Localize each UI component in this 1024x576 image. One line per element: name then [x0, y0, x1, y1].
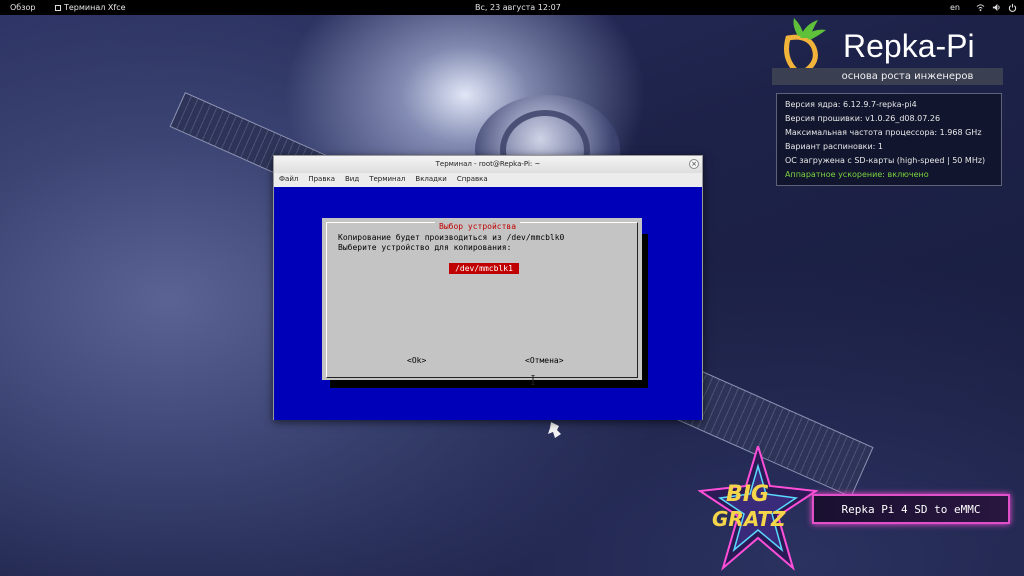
kernel-version: Версия ядра: 6.12.9.7-repka-pi4: [785, 100, 917, 109]
menu-tabs[interactable]: Вкладки: [415, 173, 446, 186]
menu-terminal[interactable]: Терминал: [369, 173, 405, 186]
menu-help[interactable]: Справка: [457, 173, 488, 186]
pinout-variant: Вариант распиновки: 1: [785, 142, 884, 151]
terminal-body[interactable]: Выбор устройства Копирование будет произ…: [274, 187, 702, 420]
select-device-prompt: Выберите устройство для копирования:: [338, 243, 512, 252]
taskbar-terminal-app[interactable]: Терминал Xfce: [55, 2, 126, 13]
wifi-icon[interactable]: [976, 3, 985, 12]
cancel-button[interactable]: <Отмена>: [525, 356, 564, 366]
terminal-window[interactable]: Терминал - root@Repka-Pi: ~ × Файл Правк…: [273, 155, 703, 420]
clock[interactable]: Вс, 23 августа 12:07: [475, 2, 561, 13]
device-select-dialog: Выбор устройства Копирование будет произ…: [322, 218, 642, 385]
boot-source: ОС загружена с SD-карты (high-speed | 50…: [785, 156, 986, 165]
terminal-icon: [55, 4, 61, 11]
taskbar-app-label: Терминал Xfce: [64, 3, 126, 12]
brand-tagline: основа роста инженеров: [772, 68, 1003, 85]
firmware-version: Версия прошивки: v1.0.26_d08.07.26: [785, 114, 941, 123]
terminal-title: Терминал - root@Repka-Pi: ~: [435, 160, 541, 168]
terminal-titlebar[interactable]: Терминал - root@Repka-Pi: ~ ×: [274, 156, 702, 173]
volume-icon[interactable]: [992, 3, 1001, 12]
text-cursor-icon: [531, 375, 535, 385]
hw-acceleration-status: Аппаратное ускорение: включено: [785, 170, 929, 179]
badge-gratz-text: GRATZ: [712, 507, 786, 531]
copy-source-text: Копирование будет производиться из /dev/…: [338, 233, 565, 242]
menu-view[interactable]: Вид: [345, 173, 359, 186]
language-indicator[interactable]: en: [950, 2, 960, 13]
top-panel: Обзор Терминал Xfce Вс, 23 августа 12:07…: [0, 0, 1024, 15]
menu-file[interactable]: Файл: [279, 173, 298, 186]
brand-name: Repka-Pi: [843, 28, 975, 64]
dialog-title: Выбор устройства: [435, 222, 521, 232]
close-icon[interactable]: ×: [689, 159, 699, 169]
ok-button[interactable]: <Ok>: [407, 356, 426, 366]
badge-big-text: BIG: [726, 482, 770, 507]
system-info-panel: Версия ядра: 6.12.9.7-repka-pi4 Версия п…: [776, 93, 1002, 186]
overview-button[interactable]: Обзор: [10, 2, 35, 13]
device-option-selected[interactable]: /dev/mmcblk1: [449, 263, 519, 274]
video-title-banner: Repka Pi 4 SD to eMMC: [812, 494, 1010, 524]
astronaut-figure: [548, 422, 561, 438]
cpu-frequency: Максимальная частота процессора: 1.968 G…: [785, 128, 982, 137]
dialog-frame: Выбор устройства Копирование будет произ…: [326, 222, 638, 385]
menu-edit[interactable]: Правка: [308, 173, 335, 186]
terminal-menubar: Файл Правка Вид Терминал Вкладки Справка: [274, 173, 702, 186]
power-icon[interactable]: [1008, 3, 1017, 12]
